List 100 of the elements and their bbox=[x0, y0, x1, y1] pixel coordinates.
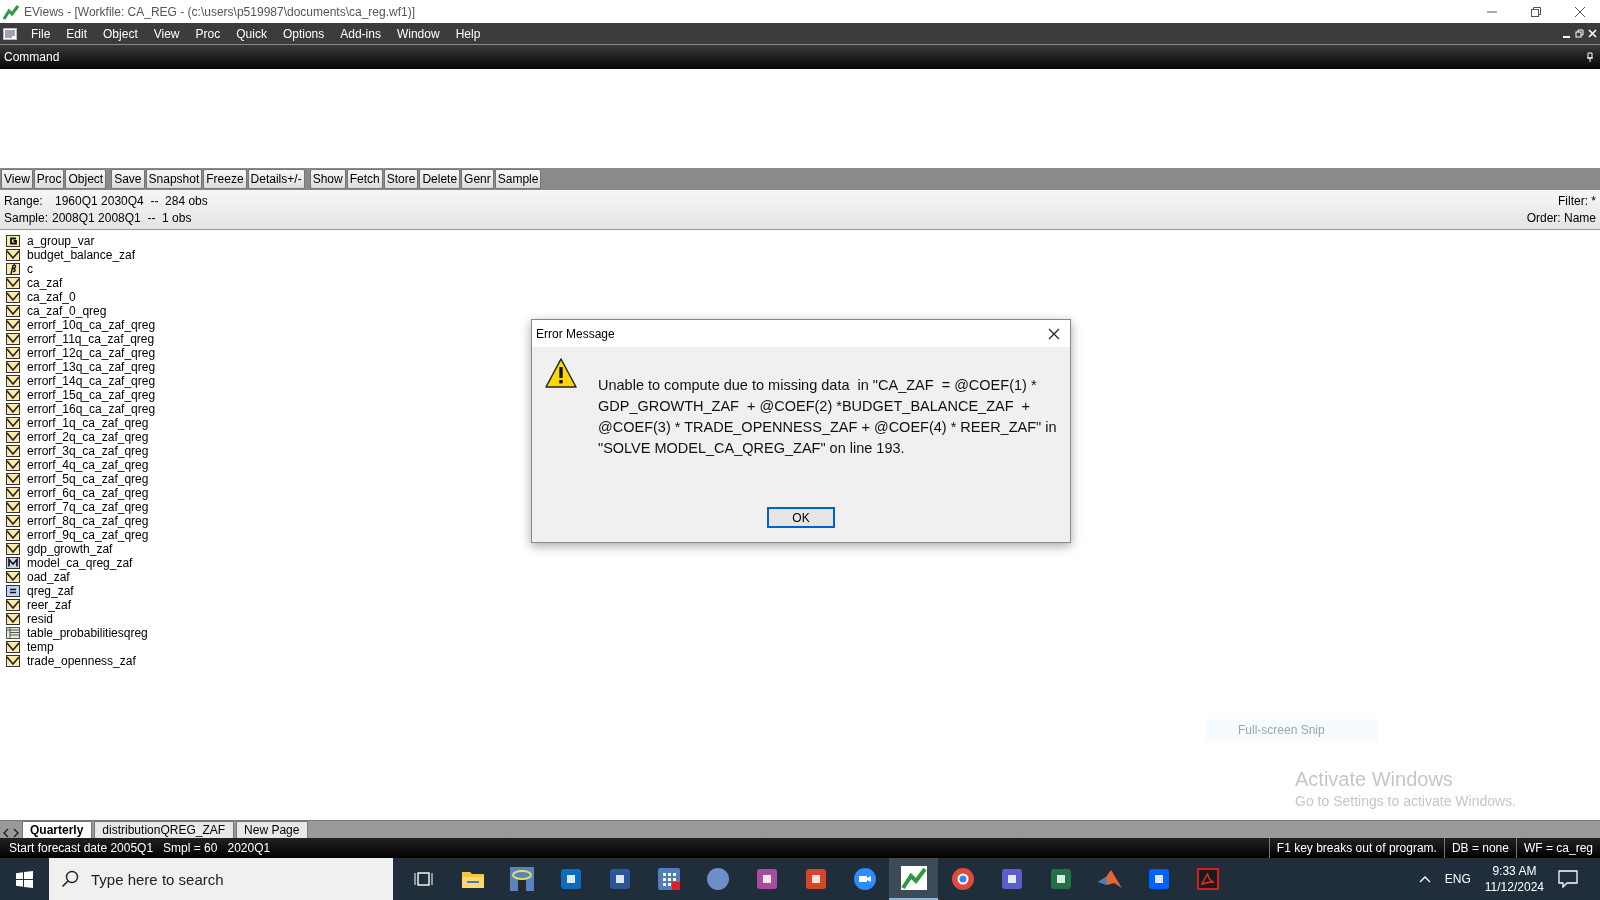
series-icon bbox=[6, 333, 20, 345]
video-camera-icon bbox=[852, 867, 877, 891]
series-icon bbox=[6, 305, 20, 317]
workfile-object[interactable]: errorf_13q_ca_zaf_qreg bbox=[27, 360, 156, 374]
workfile-object[interactable]: c bbox=[27, 262, 33, 276]
equation-icon bbox=[6, 585, 20, 597]
workfile-object[interactable]: errorf_5q_ca_zaf_qreg bbox=[27, 472, 149, 486]
pin-icon[interactable] bbox=[1586, 52, 1594, 62]
series-icon bbox=[6, 403, 20, 415]
language-indicator[interactable]: ENG bbox=[1444, 872, 1471, 886]
menu-item[interactable]: Edit bbox=[58, 26, 96, 41]
toolbar-button[interactable]: Object bbox=[65, 169, 107, 189]
page-tab[interactable]: distributionQREG_ZAF bbox=[94, 821, 235, 838]
workfile-object[interactable]: errorf_1q_ca_zaf_qreg bbox=[27, 416, 149, 430]
workfile-object[interactable]: errorf_12q_ca_zaf_qreg bbox=[27, 346, 156, 360]
document-icon[interactable] bbox=[3, 27, 17, 40]
workfile-object[interactable]: budget_balance_zaf bbox=[27, 248, 136, 262]
workfile-object[interactable]: errorf_11q_ca_zaf_qreg bbox=[27, 332, 155, 346]
range-value: 1960Q1 2030Q4 -- 284 obs bbox=[55, 193, 208, 208]
notification-icon[interactable] bbox=[1558, 870, 1578, 888]
series-icon bbox=[6, 249, 20, 261]
close-icon[interactable] bbox=[1048, 327, 1060, 340]
workfile-object[interactable]: errorf_9q_ca_zaf_qreg bbox=[27, 528, 149, 542]
toolbar-button[interactable]: View bbox=[1, 169, 33, 189]
filter-label[interactable]: Filter: * bbox=[1558, 193, 1596, 208]
workfile-object[interactable]: errorf_3q_ca_zaf_qreg bbox=[27, 444, 149, 458]
restore-icon[interactable] bbox=[1530, 5, 1542, 18]
task-view-icon bbox=[413, 870, 434, 888]
workfile-object[interactable]: errorf_8q_ca_zaf_qreg bbox=[27, 514, 149, 528]
scroll-arrows-icon[interactable] bbox=[2, 828, 20, 838]
workfile-object[interactable]: temp bbox=[27, 640, 54, 654]
order-label[interactable]: Order: Name bbox=[1526, 210, 1596, 225]
workfile-object[interactable]: errorf_7q_ca_zaf_qreg bbox=[27, 500, 149, 514]
page-tab[interactable]: Quarterly bbox=[22, 821, 93, 838]
series-icon bbox=[6, 291, 20, 303]
toolbar-button[interactable]: Freeze bbox=[203, 169, 247, 189]
workfile-object[interactable]: model_ca_qreg_zaf bbox=[27, 556, 133, 570]
coefficient-icon bbox=[6, 263, 20, 275]
series-icon bbox=[6, 459, 20, 471]
toolbar-button[interactable]: Save bbox=[111, 169, 145, 189]
toolbar-button[interactable]: Show bbox=[309, 169, 346, 189]
chart-line-icon bbox=[900, 866, 927, 890]
dialog-title: Error Message bbox=[536, 326, 615, 341]
peak-shape-icon bbox=[1096, 868, 1123, 890]
menu-item[interactable]: Window bbox=[388, 26, 448, 41]
workfile-object[interactable]: errorf_4q_ca_zaf_qreg bbox=[27, 458, 149, 472]
workfile-object[interactable]: reer_zaf bbox=[27, 598, 72, 612]
browser-icon bbox=[950, 867, 975, 891]
app-tile-icon bbox=[754, 867, 779, 891]
toolbar-button[interactable]: Snapshot bbox=[145, 169, 203, 189]
menu-item[interactable]: Object bbox=[95, 26, 146, 41]
page-tab[interactable]: New Page bbox=[236, 821, 309, 838]
toolbar-button[interactable]: Details+/- bbox=[247, 169, 305, 189]
toolbar-button[interactable]: Delete bbox=[419, 169, 461, 189]
toolbar-button[interactable]: Proc bbox=[33, 169, 65, 189]
table-icon bbox=[6, 627, 20, 639]
workfile-object[interactable]: errorf_14q_ca_zaf_qreg bbox=[27, 374, 156, 388]
workfile-object[interactable]: ca_zaf bbox=[27, 276, 63, 290]
toolbar-button[interactable]: Store bbox=[383, 169, 419, 189]
workfile-object[interactable]: oad_zaf bbox=[27, 570, 70, 584]
series-icon bbox=[6, 487, 20, 499]
chevron-up-icon[interactable] bbox=[1418, 875, 1431, 883]
workfile-object[interactable]: ca_zaf_0_qreg bbox=[27, 304, 107, 318]
workfile-object[interactable]: resid bbox=[27, 612, 53, 626]
menu-item[interactable]: Help bbox=[447, 26, 489, 41]
series-icon bbox=[6, 473, 20, 485]
workfile-object[interactable]: table_probabilitiesqreg bbox=[27, 626, 148, 640]
series-icon bbox=[6, 655, 20, 667]
clock-date[interactable]: 11/12/2024 bbox=[1484, 879, 1544, 895]
taskbar-app-button[interactable] bbox=[889, 858, 938, 900]
series-icon bbox=[6, 445, 20, 457]
series-icon bbox=[6, 529, 20, 541]
clock-time[interactable]: 9:33 AM bbox=[1492, 863, 1537, 879]
command-pane-title: Command bbox=[4, 50, 60, 64]
taskbar-search-field[interactable]: Type here to search bbox=[49, 858, 393, 900]
workfile-object[interactable]: errorf_2q_ca_zaf_qreg bbox=[27, 430, 149, 444]
search-icon bbox=[61, 870, 79, 888]
workfile-object[interactable]: errorf_6q_ca_zaf_qreg bbox=[27, 486, 149, 500]
toolbar-button[interactable]: Fetch bbox=[346, 169, 383, 189]
close-icon[interactable] bbox=[1574, 5, 1586, 18]
workfile-object[interactable]: errorf_15q_ca_zaf_qreg bbox=[27, 388, 156, 402]
workfile-object[interactable]: gdp_growth_zaf bbox=[27, 542, 113, 556]
workfile-object[interactable]: ca_zaf_0 bbox=[27, 290, 76, 304]
series-icon bbox=[6, 571, 20, 583]
workfile-object[interactable]: errorf_10q_ca_zaf_qreg bbox=[27, 318, 156, 332]
workfile-object[interactable]: errorf_16q_ca_zaf_qreg bbox=[27, 402, 156, 416]
menu-item[interactable]: Add-ins bbox=[332, 26, 389, 41]
workfile-object[interactable]: qreg_zaf bbox=[27, 584, 74, 598]
toolbar-button[interactable]: Sample bbox=[494, 169, 542, 189]
menu-item[interactable]: Quick bbox=[228, 26, 275, 41]
restore-icon[interactable] bbox=[1575, 29, 1584, 38]
workfile-object[interactable]: a_group_var bbox=[27, 234, 95, 248]
menu-item[interactable]: Proc bbox=[187, 26, 229, 41]
workfile-object[interactable]: trade_openness_zaf bbox=[27, 654, 136, 668]
ok-button[interactable]: OK bbox=[767, 507, 835, 528]
menu-item[interactable]: Options bbox=[274, 26, 333, 41]
menu-item[interactable]: File bbox=[23, 26, 59, 41]
toolbar-button[interactable]: Genr bbox=[461, 169, 494, 189]
windows-start-icon[interactable] bbox=[16, 870, 33, 888]
menu-item[interactable]: View bbox=[145, 26, 188, 41]
